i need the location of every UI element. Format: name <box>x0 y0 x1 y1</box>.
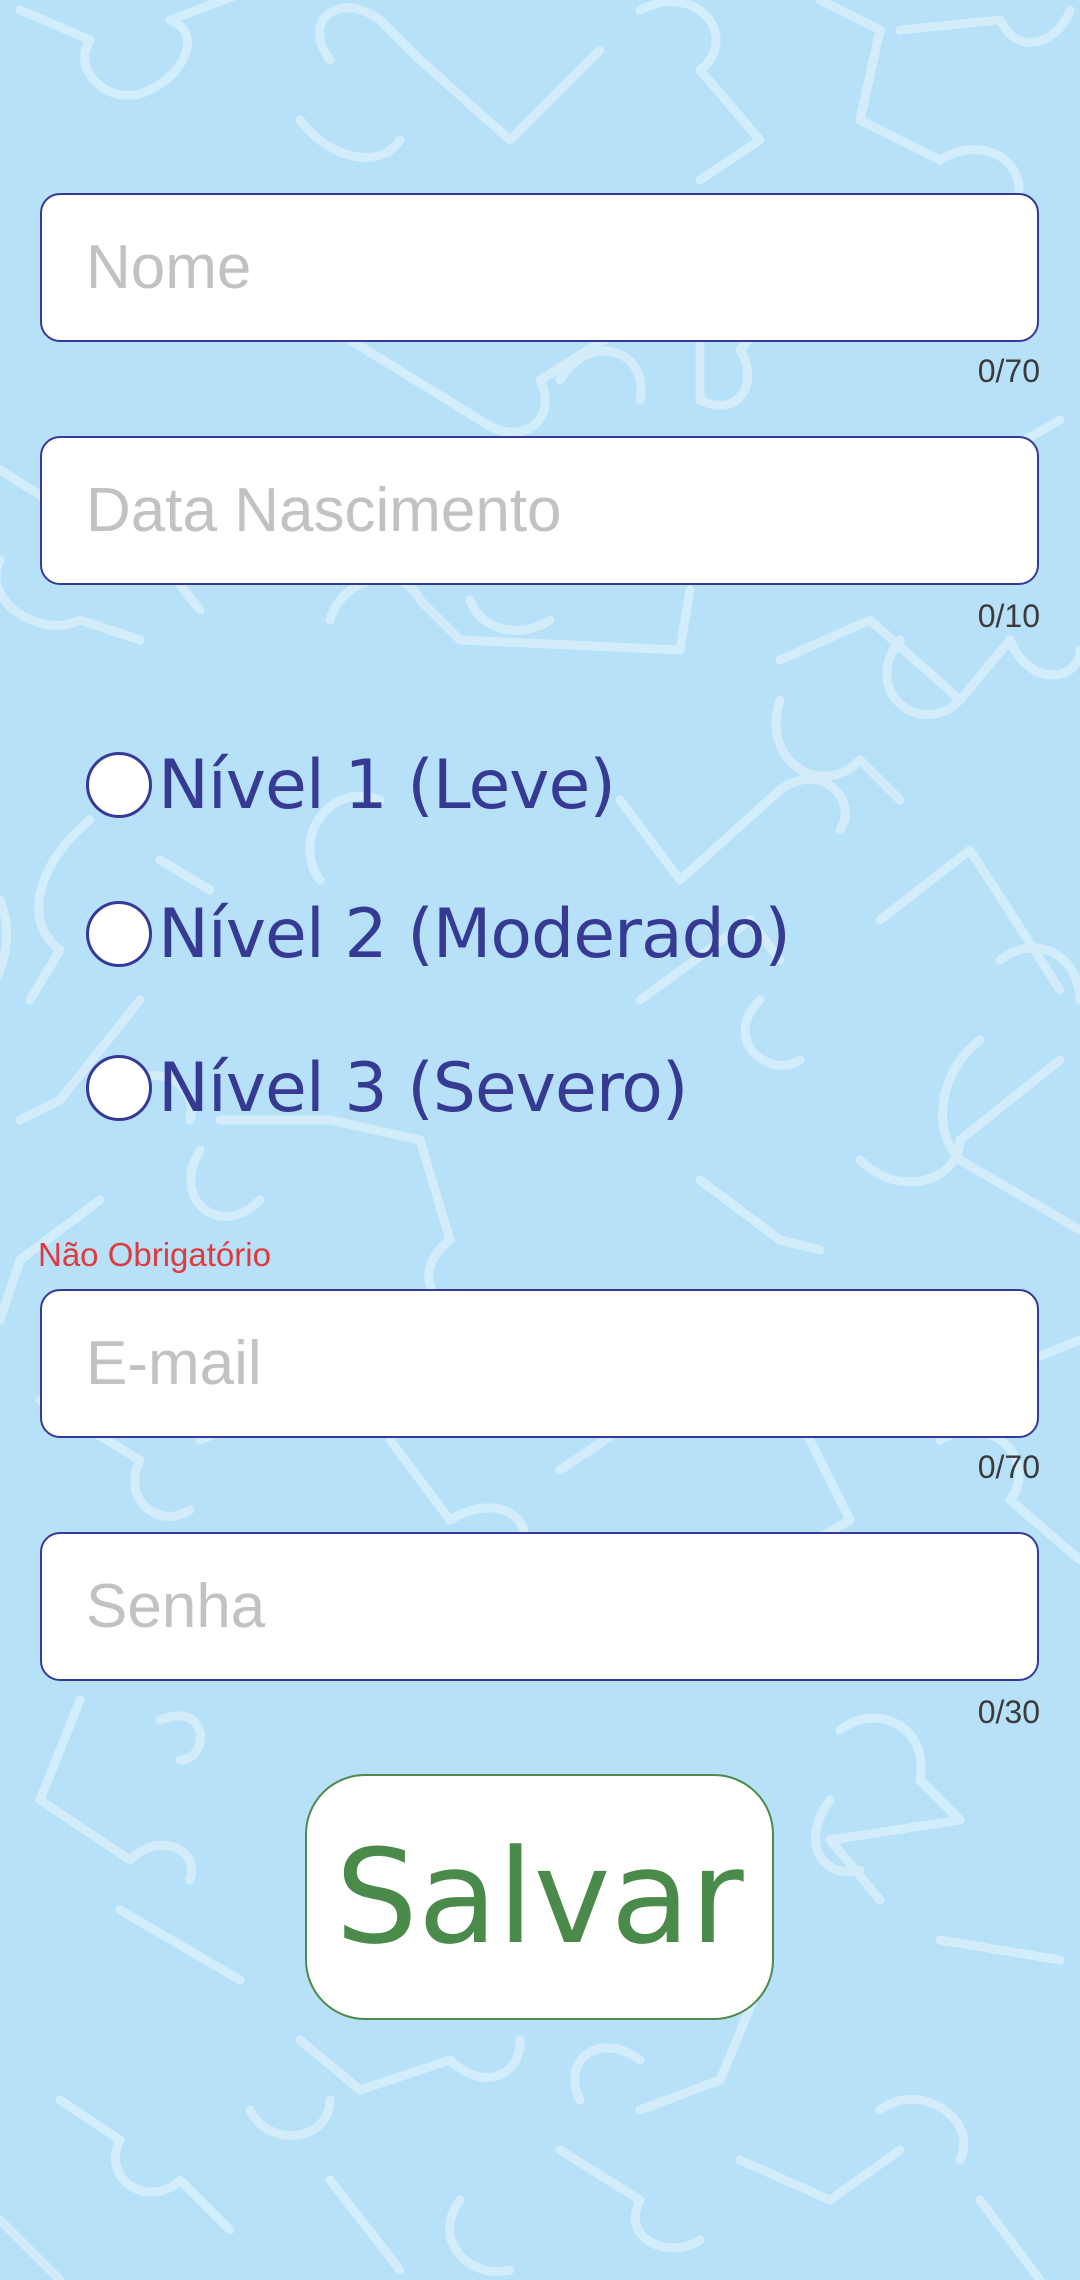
level-option-1-label: Nível 1 (Leve) <box>158 745 616 825</box>
email-field[interactable] <box>40 1289 1039 1438</box>
level-option-1[interactable]: Nível 1 (Leve) <box>86 740 616 830</box>
level-option-2[interactable]: Nível 2 (Moderado) <box>86 889 791 979</box>
level-option-2-label: Nível 2 (Moderado) <box>158 894 791 974</box>
birthdate-counter: 0/10 <box>977 598 1040 634</box>
name-field[interactable] <box>40 193 1039 342</box>
optional-note: Não Obrigatório <box>38 1236 271 1273</box>
radio-button-level-2[interactable] <box>86 901 152 967</box>
save-button[interactable]: Salvar <box>305 1774 774 2020</box>
birthdate-field[interactable] <box>40 436 1039 585</box>
level-option-3-label: Nível 3 (Severo) <box>158 1048 688 1128</box>
registration-form: 0/70 0/10 Nível 1 (Leve) Nível 2 (Modera… <box>0 0 1080 2280</box>
email-counter: 0/70 <box>977 1449 1040 1485</box>
name-counter: 0/70 <box>977 353 1040 389</box>
level-option-3[interactable]: Nível 3 (Severo) <box>86 1043 688 1133</box>
radio-button-level-3[interactable] <box>86 1055 152 1121</box>
password-field[interactable] <box>40 1532 1039 1681</box>
radio-button-level-1[interactable] <box>86 752 152 818</box>
password-counter: 0/30 <box>977 1694 1040 1730</box>
